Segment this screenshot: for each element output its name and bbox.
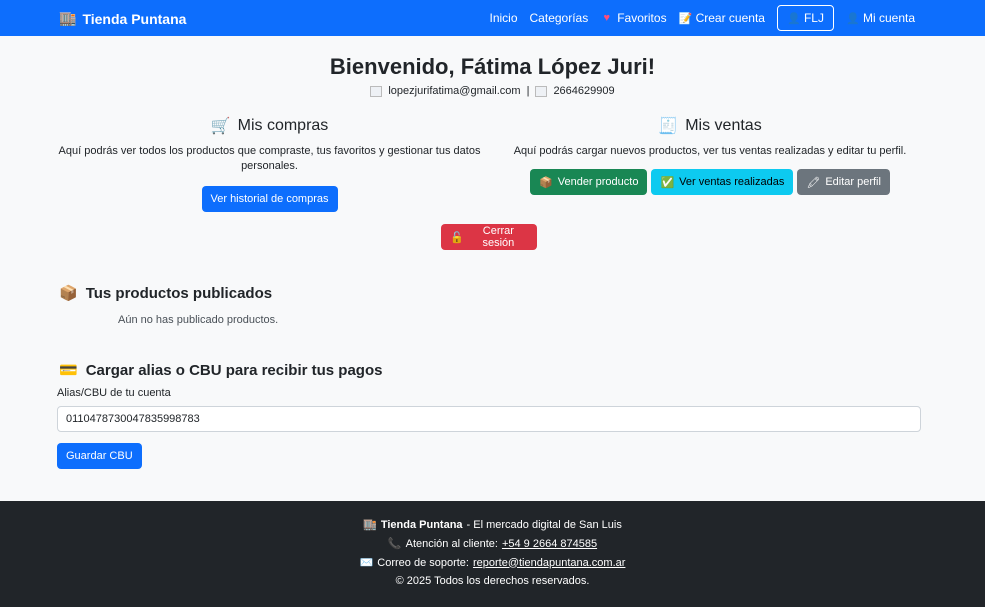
productos-title: Tus productos publicados bbox=[85, 284, 273, 302]
cbu-field-label: Alias/CBU de tu cuenta bbox=[57, 387, 171, 399]
user-initials: FLJ bbox=[803, 11, 824, 25]
store-icon: 🏬 bbox=[363, 519, 377, 531]
nav-links: Inicio Categorías ♥ Favoritos 📝 Crear cu… bbox=[490, 5, 915, 31]
mis-ventas-heading: 🧾 Mis ventas bbox=[500, 116, 920, 136]
navbar: 🏬 Tienda Puntana Inicio Categorías ♥ Fav… bbox=[0, 0, 985, 36]
receipt-icon: 🧾 bbox=[658, 118, 679, 135]
package-icon: 📦 bbox=[59, 285, 78, 302]
nav-link-favoritos-label: Favoritos bbox=[617, 11, 667, 25]
editar-perfil-label: Editar perfil bbox=[825, 176, 881, 188]
cart-icon: 🛒 bbox=[210, 118, 231, 135]
cbu-title: Cargar alias o CBU para recibir tus pago… bbox=[85, 361, 383, 379]
ver-historial-button[interactable]: Ver historial de compras bbox=[201, 186, 338, 212]
user-email: lopezjurifatima@gmail.com bbox=[388, 85, 521, 97]
guardar-cbu-button[interactable]: Guardar CBU bbox=[57, 443, 142, 469]
footer-support-line: 📞 Atención al cliente: +54 9 2664 874585 bbox=[0, 537, 985, 551]
ver-ventas-label: Ver ventas realizadas bbox=[679, 176, 785, 188]
footer-email-line: ✉️ Correo de soporte: reporte@tiendapunt… bbox=[0, 556, 985, 570]
cerrar-sesion-button[interactable]: 🔓 Cerrar sesión bbox=[441, 224, 537, 250]
nav-link-mi-cuenta[interactable]: 👤 Mi cuenta bbox=[846, 11, 915, 25]
mis-compras-description: Aquí podrás ver todos los productos que … bbox=[58, 145, 481, 172]
footer: 🏬 Tienda Puntana - El mercado digital de… bbox=[0, 501, 985, 607]
footer-copyright: © 2025 Todos los derechos reservados. bbox=[395, 575, 590, 587]
editar-perfil-button[interactable]: 🖍 Editar perfil bbox=[797, 169, 890, 195]
brand-link[interactable]: 🏬 Tienda Puntana bbox=[59, 10, 186, 27]
check-icon: ✅ bbox=[660, 176, 675, 189]
brand-name: Tienda Puntana bbox=[82, 10, 187, 27]
email-icon bbox=[370, 85, 383, 97]
nav-link-crear-cuenta-label: Crear cuenta bbox=[695, 11, 765, 25]
ver-ventas-button[interactable]: ✅ Ver ventas realizadas bbox=[651, 169, 794, 195]
footer-support-label: Atención al cliente: bbox=[405, 537, 498, 550]
user-phone: 2664629909 bbox=[553, 85, 615, 97]
footer-brand-line: 🏬 Tienda Puntana - El mercado digital de… bbox=[0, 518, 985, 532]
cerrar-sesion-label: Cerrar sesión bbox=[482, 225, 515, 249]
cbu-heading: 💳 Cargar alias o CBU para recibir tus pa… bbox=[59, 361, 383, 380]
store-icon: 🏬 bbox=[59, 10, 77, 26]
vender-producto-button[interactable]: 📦 Vender producto bbox=[530, 169, 648, 195]
cbu-input[interactable] bbox=[57, 406, 921, 432]
credit-card-icon: 💳 bbox=[59, 362, 78, 379]
separator: | bbox=[526, 85, 530, 97]
user-initials-button[interactable]: 👤 FLJ bbox=[776, 5, 834, 31]
pencil-icon: 🖍 bbox=[806, 176, 821, 189]
nav-link-favoritos[interactable]: ♥ Favoritos bbox=[600, 11, 666, 25]
page-title: Bienvenido, Fátima López Juri! bbox=[329, 54, 656, 79]
mis-ventas-section: 🧾 Mis ventas Aquí podrás cargar nuevos p… bbox=[500, 116, 920, 195]
footer-email-label: Correo de soporte: bbox=[377, 556, 469, 569]
nav-link-crear-cuenta[interactable]: 📝 Crear cuenta bbox=[679, 11, 765, 25]
nav-link-mi-cuenta-label: Mi cuenta bbox=[862, 11, 915, 25]
user-icon: 👤 bbox=[845, 12, 860, 25]
phone-icon: 📞 bbox=[387, 538, 402, 550]
nav-link-inicio[interactable]: Inicio bbox=[490, 11, 518, 25]
phone-icon bbox=[535, 85, 548, 97]
footer-tagline: - El mercado digital de San Luis bbox=[466, 518, 622, 531]
nav-link-categorias[interactable]: Categorías bbox=[530, 11, 589, 25]
heart-icon: ♥ bbox=[603, 12, 610, 24]
mis-compras-section: 🛒 Mis compras Aquí podrás ver todos los … bbox=[57, 116, 482, 212]
unlock-icon: 🔓 bbox=[450, 231, 464, 244]
mis-compras-heading: 🛒 Mis compras bbox=[57, 116, 482, 136]
mis-ventas-title: Mis ventas bbox=[685, 117, 762, 134]
package-icon: 📦 bbox=[539, 176, 553, 189]
footer-support-phone-link[interactable]: +54 9 2664 874585 bbox=[502, 538, 597, 550]
footer-email-link[interactable]: reporte@tiendapuntana.com.ar bbox=[473, 557, 625, 569]
envelope-icon: ✉️ bbox=[359, 557, 374, 569]
footer-brand: Tienda Puntana bbox=[380, 518, 463, 531]
contact-info: lopezjurifatima@gmail.com | 2664629909 bbox=[0, 85, 985, 97]
user-icon: 👤 bbox=[786, 12, 801, 25]
vender-producto-label: Vender producto bbox=[557, 176, 639, 188]
mis-ventas-description: Aquí podrás cargar nuevos productos, ver… bbox=[513, 145, 907, 157]
memo-icon: 📝 bbox=[678, 12, 693, 25]
productos-heading: 📦 Tus productos publicados bbox=[59, 284, 273, 303]
ventas-buttons: 📦 Vender producto ✅ Ver ventas realizada… bbox=[500, 169, 920, 195]
mis-compras-title: Mis compras bbox=[237, 117, 329, 134]
productos-empty-message: Aún no has publicado productos. bbox=[118, 314, 279, 326]
